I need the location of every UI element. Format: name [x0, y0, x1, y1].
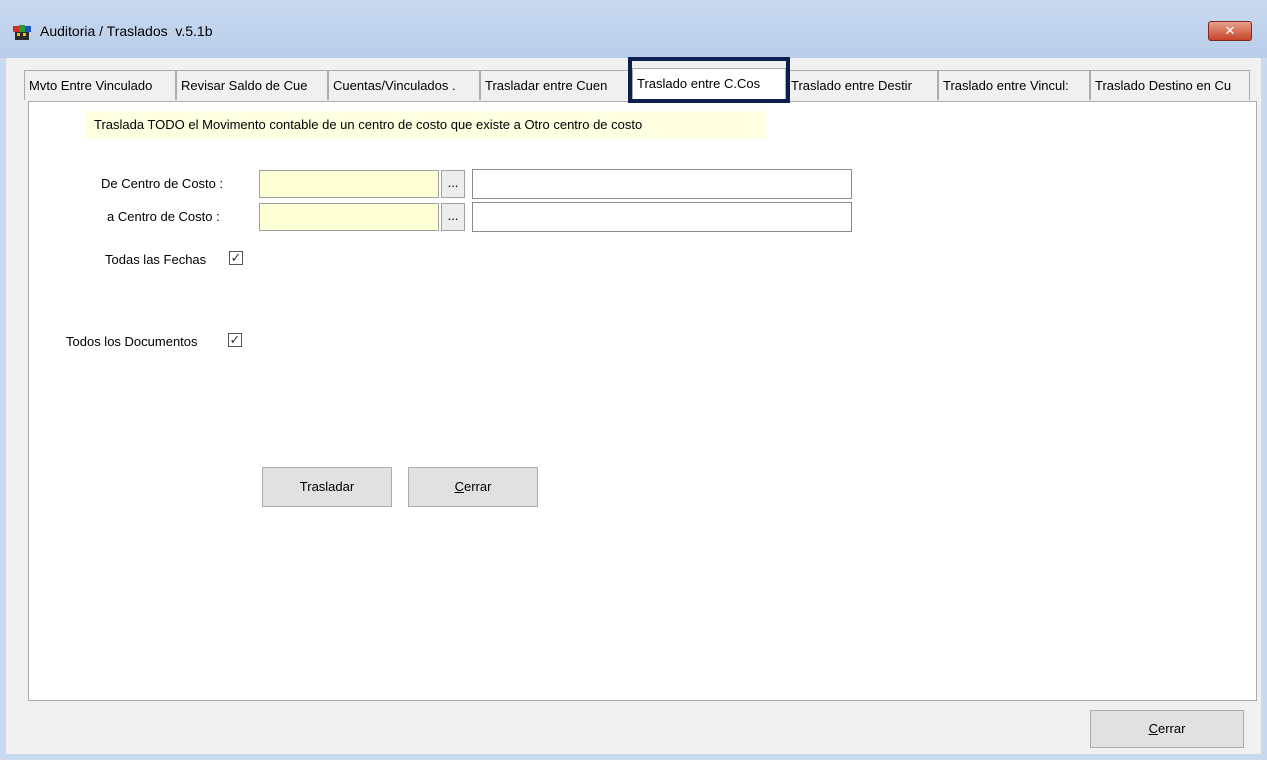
tab-label: Revisar Saldo de Cue [181, 78, 308, 93]
checkmark-icon: ✓ [229, 332, 241, 347]
tab-traslado-destino-en-cuenta[interactable]: Traslado Destino en Cu [1090, 70, 1250, 100]
browse-label: ... [447, 208, 459, 223]
to-cost-center-label: a Centro de Costo : [107, 209, 220, 224]
tab-revisar-saldo[interactable]: Revisar Saldo de Cue [176, 70, 328, 100]
title-bar[interactable]: Auditoria / Traslados v.5.1b ✕ [0, 0, 1267, 58]
window-border-right [1261, 58, 1267, 758]
window-cerrar-button[interactable]: Cerrar [1090, 710, 1244, 748]
tab-label: Traslado entre Vincul: [943, 78, 1069, 93]
from-cost-center-code-input[interactable] [259, 170, 439, 198]
all-documents-checkbox[interactable]: ✓ [228, 333, 242, 347]
to-cost-center-browse-button[interactable]: ... [441, 203, 465, 231]
window-title: Auditoria / Traslados v.5.1b [40, 23, 213, 39]
tab-label: Cuentas/Vinculados . [333, 78, 456, 93]
close-icon: ✕ [1224, 23, 1236, 38]
panel-close-button[interactable]: Cerrar [408, 467, 538, 507]
all-dates-checkbox[interactable]: ✓ [229, 251, 243, 265]
window-close-button[interactable]: ✕ [1208, 21, 1252, 41]
application-window: Auditoria / Traslados v.5.1b ✕ Mvto Entr… [0, 0, 1267, 760]
tab-label: Mvto Entre Vinculado [29, 78, 153, 93]
browse-label: ... [447, 175, 459, 190]
all-dates-label: Todas las Fechas [105, 252, 207, 267]
tab-label: Traslado Destino en Cu [1095, 78, 1232, 93]
close-accesskey: C [1148, 721, 1158, 736]
from-cost-center-description-input[interactable] [472, 169, 852, 199]
to-cost-center-description-input[interactable] [472, 202, 852, 232]
from-cost-center-browse-button[interactable]: ... [441, 170, 465, 198]
close-button-label: errar [1157, 721, 1186, 736]
tab-traslado-entre-destinos[interactable]: Traslado entre Destir [786, 70, 938, 100]
from-cost-center-label: De Centro de Costo : [101, 176, 224, 191]
to-cost-center-code-input[interactable] [259, 203, 439, 231]
tab-traslado-entre-vinculados[interactable]: Traslado entre Vincul: [938, 70, 1090, 100]
close-accesskey: C [454, 479, 464, 494]
checkmark-icon: ✓ [230, 250, 242, 265]
trasladar-button-label: Trasladar [299, 479, 355, 494]
focus-highlight [628, 57, 790, 103]
tab-trasladar-entre-cuentas[interactable]: Trasladar entre Cuen [480, 70, 632, 100]
window-border-bottom [0, 754, 1267, 760]
tab-mvto-entre-vinculado[interactable]: Mvto Entre Vinculado [24, 70, 176, 100]
tab-cuentas-vinculados[interactable]: Cuentas/Vinculados . [328, 70, 480, 100]
app-icon [13, 25, 31, 40]
all-documents-label: Todos los Documentos [66, 334, 198, 349]
info-note: Traslada TODO el Movimento contable de u… [86, 111, 766, 139]
trasladar-button[interactable]: Trasladar [262, 467, 392, 507]
tab-label: Traslado entre Destir [791, 78, 912, 93]
close-button-label: errar [463, 479, 492, 494]
tab-label: Trasladar entre Cuen [485, 78, 608, 93]
